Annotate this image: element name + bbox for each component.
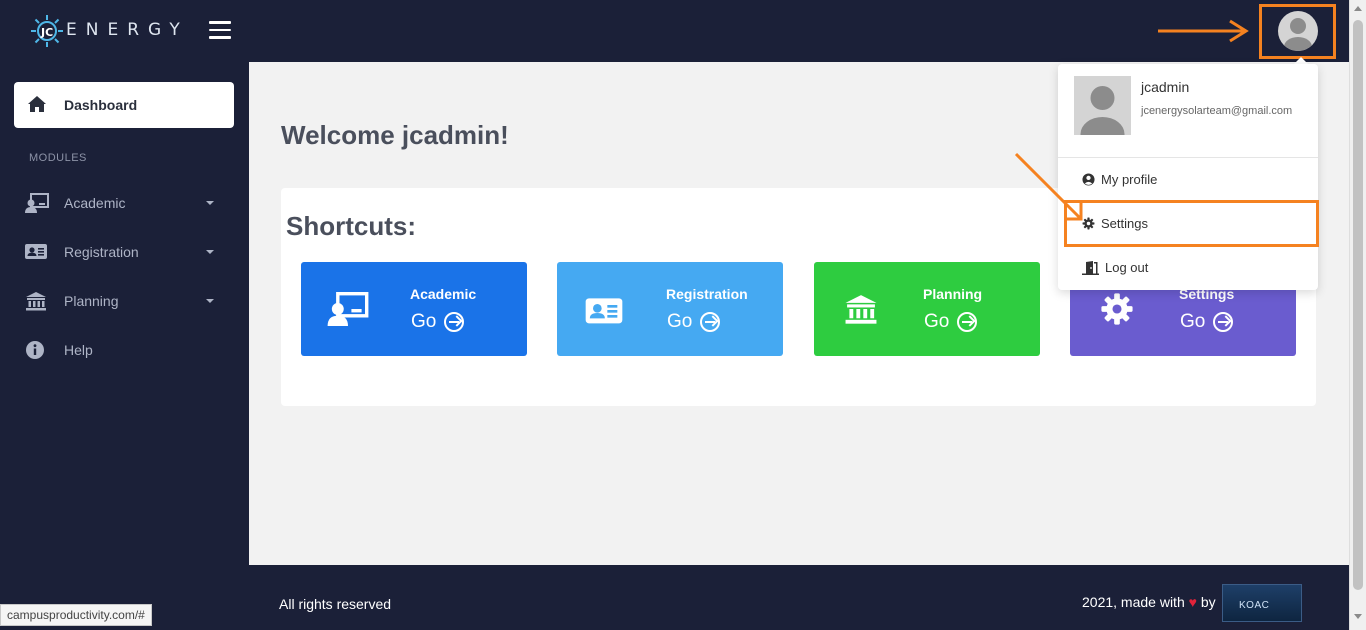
page-scrollbar[interactable]: [1349, 0, 1366, 630]
tile-go-text: Go: [1180, 311, 1206, 332]
shortcut-tile-academic[interactable]: Academic Go: [301, 262, 527, 356]
tile-label: Registration: [666, 286, 748, 302]
modules-section-label: MODULES: [29, 152, 87, 164]
dropdown-item-label: Log out: [1105, 260, 1149, 275]
heart-icon: ♥: [1188, 594, 1197, 610]
door-exit-icon: [1082, 261, 1099, 275]
footer-credit-prefix: 2021, made with: [1082, 594, 1185, 610]
hamburger-icon[interactable]: [209, 21, 231, 39]
sidebar: Dashboard MODULES Academic Registration: [0, 62, 249, 630]
building-columns-icon: [845, 295, 877, 324]
id-card-icon: [25, 244, 47, 259]
dropdown-email: jcenergysolarteam@gmail.com: [1141, 105, 1293, 117]
dropdown-username: jcadmin: [1141, 79, 1190, 95]
caret-down-icon: [206, 250, 214, 254]
annotation-arrow-diagonal: [1014, 152, 1083, 221]
sidebar-item-academic[interactable]: Academic: [0, 183, 249, 223]
tile-go-text: Go: [411, 311, 437, 332]
energy-logo-icon[interactable]: JC: [30, 14, 64, 48]
teacher-board-icon: [327, 292, 369, 326]
sidebar-item-label: Help: [64, 342, 93, 358]
sponsor-logo-text: KOAC: [1239, 600, 1270, 611]
footer-credit-suffix: by: [1200, 594, 1216, 610]
dropdown-divider: [1058, 157, 1318, 158]
home-icon: [28, 96, 46, 112]
sidebar-item-label: Dashboard: [64, 97, 138, 113]
scrollbar-thumb[interactable]: [1353, 20, 1363, 590]
page-title: Welcome jcadmin!: [281, 120, 509, 150]
caret-down-icon: [206, 299, 214, 303]
arrow-circle-right-icon: [1213, 312, 1234, 332]
arrow-circle-right-icon: [957, 312, 978, 332]
settings-highlight-box: [1064, 200, 1319, 247]
tile-go-link[interactable]: Go: [411, 311, 465, 333]
sidebar-item-dashboard[interactable]: Dashboard: [14, 82, 234, 128]
top-navbar: [0, 0, 1349, 62]
sidebar-item-help[interactable]: Help: [0, 330, 249, 370]
footer-credit: 2021, made with ♥ by: [1082, 594, 1216, 610]
svg-text:JC: JC: [40, 26, 53, 39]
scroll-up-icon[interactable]: [1354, 6, 1362, 11]
shortcut-tile-planning[interactable]: Planning Go: [814, 262, 1040, 356]
tile-go-link[interactable]: Go: [924, 311, 978, 333]
tile-label: Planning: [923, 286, 983, 302]
scroll-down-icon[interactable]: [1354, 614, 1362, 619]
gear-icon: [1101, 293, 1133, 325]
user-avatar-icon: [1074, 76, 1131, 135]
building-columns-icon: [26, 292, 46, 311]
user-avatar-icon[interactable]: [1278, 11, 1318, 51]
status-bar-url: campusproductivity.com/#: [0, 604, 152, 626]
arrow-circle-right-icon: [444, 312, 465, 332]
tile-go-link[interactable]: Go: [1180, 311, 1234, 333]
sidebar-item-label: Planning: [64, 293, 119, 309]
tile-go-text: Go: [667, 311, 693, 332]
tile-label: Academic: [410, 286, 477, 302]
tile-go-link[interactable]: Go: [667, 311, 721, 333]
tile-go-text: Go: [924, 311, 950, 332]
info-circle-icon: [26, 341, 44, 359]
id-card-icon: [585, 298, 623, 324]
app-logo-text: ENERGY: [66, 20, 189, 40]
footer-copyright: All rights reserved: [279, 596, 392, 612]
shortcuts-title: Shortcuts:: [286, 211, 416, 241]
dropdown-item-label: My profile: [1101, 172, 1158, 187]
caret-down-icon: [206, 201, 214, 205]
annotation-arrow-top: [1158, 19, 1249, 43]
sidebar-item-registration[interactable]: Registration: [0, 232, 249, 272]
sidebar-item-label: Academic: [64, 195, 126, 211]
sidebar-item-planning[interactable]: Planning: [0, 281, 249, 321]
sponsor-logo[interactable]: KOAC: [1222, 584, 1302, 622]
dropdown-item-my-profile[interactable]: My profile: [1058, 160, 1318, 200]
teacher-board-icon: [25, 193, 49, 213]
shortcut-tile-registration[interactable]: Registration Go: [557, 262, 783, 356]
sidebar-item-label: Registration: [64, 244, 139, 260]
arrow-circle-right-icon: [700, 312, 721, 332]
dropdown-item-log-out[interactable]: Log out: [1058, 248, 1318, 288]
